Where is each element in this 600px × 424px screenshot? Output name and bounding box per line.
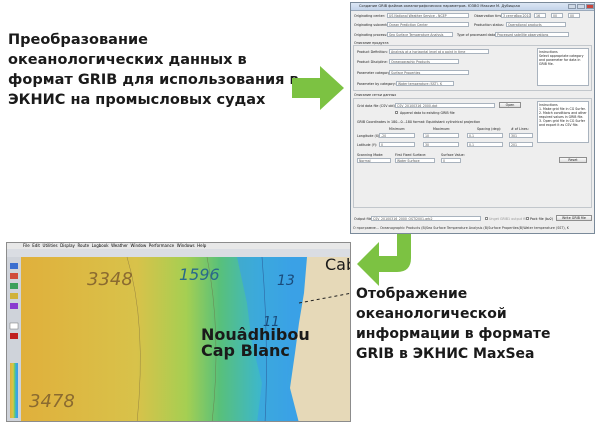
scan-select[interactable]: Normal	[357, 158, 391, 163]
product-discipline-select[interactable]: Oceanographic Products	[389, 59, 459, 64]
menu-display[interactable]: Display	[60, 243, 75, 248]
append-checkbox[interactable]	[395, 111, 398, 114]
append-label: Append data to existing GRIB file	[400, 111, 455, 115]
process-select[interactable]: Sea Surface Temperature Analysis	[387, 32, 453, 37]
arrow-right-icon	[292, 66, 344, 110]
write-grib-button[interactable]: Write GRIB file	[556, 215, 592, 221]
obs-hour-field[interactable]: 16	[534, 13, 546, 18]
lat-label: Latitude (Y):	[357, 143, 378, 147]
pack-label: Pack file (bz2)	[530, 217, 554, 221]
instructions-panel-grid: Instructions 1. Make grid file in CG Sur…	[537, 101, 589, 143]
product-discipline-label: Product Discipline:	[357, 60, 388, 64]
product-definition-label: Product Definition:	[357, 50, 388, 54]
menu-route[interactable]: Route	[77, 243, 89, 248]
lon-max-field[interactable]: 10	[423, 133, 459, 138]
menu-logbook[interactable]: Logbook	[92, 243, 109, 248]
depth-label: 13	[277, 273, 295, 289]
org-center-label: Originating center:	[354, 14, 386, 18]
lat-min-field[interactable]: 0	[379, 142, 415, 147]
surface-value-label: Surface Value:	[441, 153, 465, 157]
lon-min-field[interactable]: -20	[379, 133, 415, 138]
pack-checkbox[interactable]	[526, 217, 529, 220]
maximize-icon[interactable]	[577, 4, 585, 9]
fixed-surface-select[interactable]: Water Surface	[395, 158, 435, 163]
scan-label: Scanning Mode:	[357, 153, 384, 157]
datafile-field[interactable]: CSV_20100316_2000.dat	[395, 103, 495, 108]
lon-spacing-field[interactable]: 0.1	[467, 133, 503, 138]
lat-spacing-field[interactable]: 0.1	[467, 142, 503, 147]
data-type-select[interactable]: Processed satellite observations	[495, 32, 569, 37]
subcenter-select[interactable]: Ocean Prediction Center	[387, 22, 469, 27]
output-field[interactable]: CSV_20100316_2000_OSTI2001.grb2	[371, 216, 481, 221]
window-title: Создание GRIB файлов океанографических п…	[359, 4, 520, 8]
depth-label: 1596	[179, 265, 220, 284]
col-min-header: Minimum:	[389, 127, 406, 131]
menu-weather[interactable]: Weather	[111, 243, 128, 248]
menu-performance[interactable]: Performance	[149, 243, 174, 248]
ungrib-checkbox[interactable]	[485, 217, 488, 220]
menu-help[interactable]: Help	[197, 243, 206, 248]
depth-label: 3478	[29, 391, 75, 412]
minimize-icon[interactable]	[568, 4, 576, 9]
subcenter-label: Originating subcenter:	[354, 23, 391, 27]
param-label: Parameter by category:	[357, 82, 396, 86]
obs-second-field[interactable]: 00	[568, 13, 580, 18]
menu-file[interactable]: File	[23, 243, 30, 248]
status-bar: О программе... Oceanographic Products (B…	[353, 226, 569, 230]
lon-lines-field[interactable]: 301	[509, 133, 533, 138]
instructions-text: Select appropriate category and paramete…	[539, 54, 584, 66]
process-label: Originating process:	[354, 33, 388, 37]
place-label: Cab	[325, 255, 350, 274]
lat-max-field[interactable]: 30	[423, 142, 459, 147]
menu-windows[interactable]: Windows	[177, 243, 195, 248]
param-category-label: Parameter category:	[357, 71, 391, 75]
arrow-down-left-icon	[357, 234, 411, 286]
grid-section-title: Описание сетки данных	[354, 93, 397, 97]
lon-label: Longitude (X):	[357, 134, 381, 138]
prod-status-label: Production status:	[474, 23, 504, 27]
prod-status-select[interactable]: Operational products	[506, 22, 566, 27]
param-category-select[interactable]: Surface Properties	[389, 70, 469, 75]
data-type-label: Type of processed data:	[457, 33, 497, 37]
caption-grib-conversion: Преобразование океанологических данных в…	[8, 32, 299, 108]
org-center-select[interactable]: US National Weather Service - NCEP	[387, 13, 469, 18]
instructions-text: 1. Make grid file in CG Surfer. 2. Match…	[539, 107, 587, 127]
col-max-header: Maximum:	[433, 127, 451, 131]
sst-color-scale	[10, 363, 18, 418]
close-icon[interactable]	[586, 4, 594, 9]
grib-converter-window: Создание GRIB файлов океанографических п…	[350, 2, 595, 234]
reset-button[interactable]: Reset	[559, 157, 587, 163]
ungrib-label: Unget GRIB1 output file	[489, 217, 529, 221]
lat-lines-field[interactable]: 201	[509, 142, 533, 147]
window-titlebar: Создание GRIB файлов океанографических п…	[351, 3, 594, 11]
obs-minute-field[interactable]: 00	[551, 13, 563, 18]
product-definition-select[interactable]: Analysis at a horizontal level at a poin…	[389, 49, 489, 54]
col-spacing-header: Spacing (deg):	[477, 127, 502, 131]
place-label: Cap Blanc	[201, 341, 290, 360]
surface-value-field[interactable]: 0	[441, 158, 461, 163]
maxsea-chart-window: File Edit Utilities Display Route Logboo…	[6, 242, 351, 422]
col-lines-header: # of Lines:	[511, 127, 529, 131]
menu-edit[interactable]: Edit	[32, 243, 40, 248]
caption-maxsea-display: Отображение океанологической информации …	[356, 286, 551, 362]
instructions-panel-product: Instructions Select appropriate category…	[537, 48, 589, 86]
menu-window[interactable]: Window	[130, 243, 146, 248]
fixed-surface-label: First Fixed Surface:	[395, 153, 427, 157]
param-select[interactable]: Water temperature (SST), K	[396, 81, 454, 86]
open-button[interactable]: Open	[499, 102, 521, 108]
datafile-label: Grid data file (CSV old):	[357, 104, 396, 108]
depth-label: 3348	[87, 269, 133, 290]
toolbar	[7, 249, 350, 257]
obs-date-picker[interactable]: 3 сентября 2010 г.	[501, 13, 531, 18]
gds-label: GRIB Coordinates in 180...0...180 format…	[357, 120, 481, 124]
menu-items[interactable]: File Edit Utilities Display Route Logboo…	[23, 243, 206, 248]
output-label: Output file:	[354, 217, 373, 221]
obs-time-label: Observation time:	[474, 14, 504, 18]
menu-utilities[interactable]: Utilities	[43, 243, 58, 248]
